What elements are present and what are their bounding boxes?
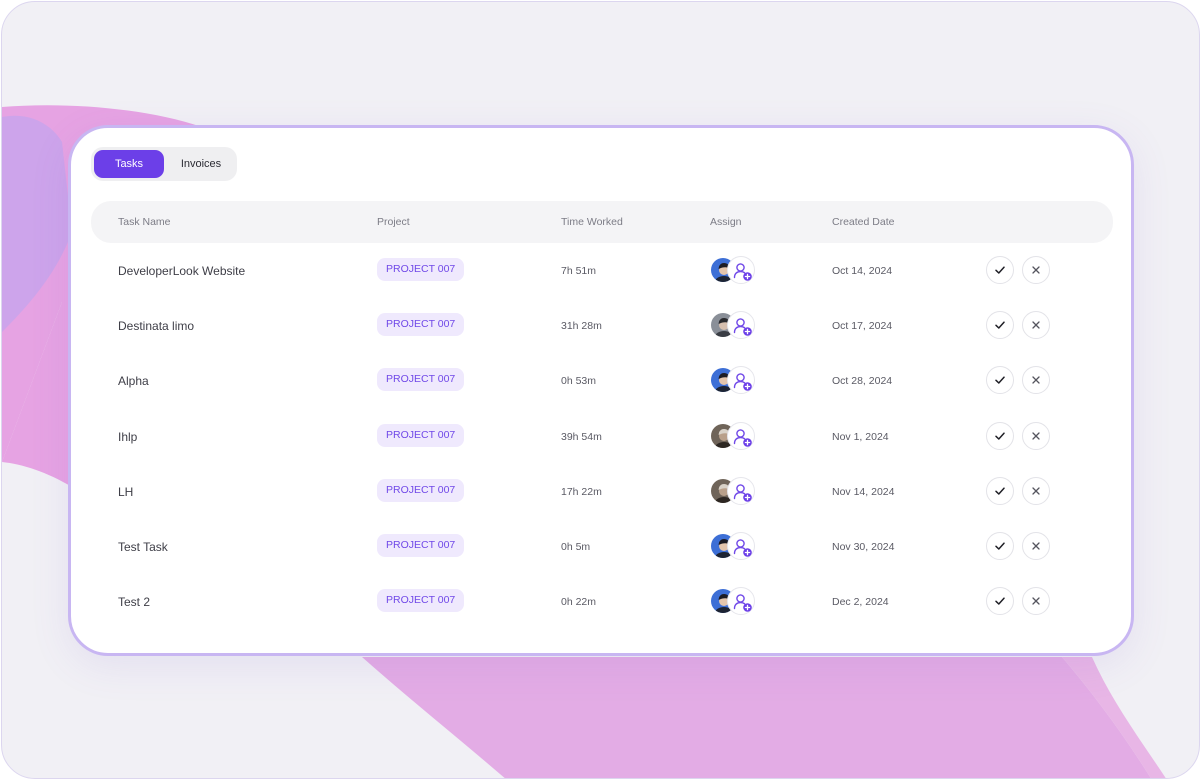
created-date: Dec 2, 2024	[832, 596, 889, 609]
project-badge[interactable]: PROJECT 007	[377, 368, 465, 392]
task-name: LH	[118, 484, 134, 499]
created-date: Nov 30, 2024	[832, 541, 895, 553]
reject-button[interactable]	[1022, 532, 1050, 560]
project-badge[interactable]: PROJECT 007	[377, 478, 465, 502]
check-icon	[995, 266, 1005, 274]
check-icon	[995, 321, 1005, 329]
reject-button[interactable]	[1022, 476, 1050, 505]
check-icon	[995, 542, 1005, 550]
created-date: Nov 1, 2024	[832, 430, 889, 443]
close-icon	[1032, 376, 1040, 385]
task-name: DeveloperLook Website	[118, 264, 246, 278]
table-row: Alpha PROJECT 007 0h 53m Oct 28, 2024	[91, 356, 1113, 411]
close-icon	[1032, 487, 1040, 495]
project-badge[interactable]: PROJECT 007	[377, 423, 465, 447]
reject-button[interactable]	[1022, 421, 1050, 450]
add-user-icon	[733, 318, 752, 336]
column-header-time-worked: Time Worked	[561, 216, 623, 228]
time-worked: 39h 54m	[561, 430, 602, 443]
tab-tasks[interactable]: Tasks	[94, 150, 164, 178]
table-row: Test Task PROJECT 007 0h 5m Nov 30, 2024	[91, 522, 1113, 577]
time-worked: 0h 22m	[561, 596, 597, 609]
reject-button[interactable]	[1022, 587, 1050, 616]
check-icon	[995, 597, 1005, 605]
add-user-icon	[733, 373, 752, 392]
created-date: Nov 14, 2024	[832, 485, 895, 498]
table-row: Test 2 PROJECT 007 0h 22m Dec 2, 2024	[91, 577, 1113, 632]
add-user-icon	[733, 539, 752, 557]
close-icon	[1032, 597, 1040, 605]
check-icon	[995, 376, 1005, 385]
task-name: Destinata limo	[118, 319, 195, 334]
task-name: Test 2	[118, 595, 151, 610]
approve-button[interactable]	[986, 587, 1014, 616]
time-worked: 0h 53m	[561, 375, 597, 388]
add-user-button[interactable]	[727, 476, 755, 505]
add-user-button[interactable]	[727, 256, 755, 284]
created-date: Oct 28, 2024	[832, 375, 893, 388]
project-badge[interactable]: PROJECT 007	[377, 313, 465, 337]
add-user-button[interactable]	[727, 587, 755, 616]
approve-button[interactable]	[986, 366, 1014, 395]
created-date: Oct 14, 2024	[832, 265, 893, 277]
reject-button[interactable]	[1022, 311, 1050, 340]
created-date: Oct 17, 2024	[832, 320, 893, 333]
time-worked: 31h 28m	[561, 320, 602, 333]
task-name: Ihlp	[118, 429, 138, 444]
time-worked: 0h 5m	[561, 541, 591, 553]
time-worked: 7h 51m	[561, 265, 597, 277]
add-user-icon	[733, 594, 752, 612]
time-worked: 17h 22m	[561, 485, 602, 498]
project-badge[interactable]: PROJECT 007	[377, 258, 465, 281]
task-name: Alpha	[118, 374, 149, 389]
column-header-task-name: Task Name	[118, 216, 171, 228]
table-header: Task Name Project Time Worked Assign Cre…	[91, 201, 1113, 243]
table-row: Destinata limo PROJECT 007 31h 28m Oct 1…	[91, 301, 1113, 356]
close-icon	[1032, 321, 1040, 329]
approve-button[interactable]	[986, 311, 1014, 340]
column-header-assign: Assign	[710, 216, 742, 228]
close-icon	[1032, 542, 1040, 550]
approve-button[interactable]	[986, 421, 1014, 450]
table-row: LH PROJECT 007 17h 22m Nov 14, 2024	[91, 467, 1113, 522]
close-icon	[1032, 431, 1040, 440]
approve-button[interactable]	[986, 256, 1014, 284]
task-name: Test Task	[118, 540, 168, 554]
tab-switcher: Tasks Invoices	[91, 147, 237, 181]
add-user-button[interactable]	[727, 532, 755, 560]
project-badge[interactable]: PROJECT 007	[377, 534, 465, 557]
add-user-button[interactable]	[727, 311, 755, 340]
check-icon	[995, 487, 1005, 495]
project-badge[interactable]: PROJECT 007	[377, 589, 465, 613]
close-icon	[1032, 266, 1040, 274]
column-header-created-date: Created Date	[832, 216, 895, 228]
add-user-icon	[733, 428, 752, 447]
approve-button[interactable]	[986, 532, 1014, 560]
table-row: DeveloperLook Website PROJECT 007 7h 51m…	[91, 246, 1113, 301]
tab-invoices[interactable]: Invoices	[168, 150, 234, 178]
tasks-card: Tasks Invoices Task Name Project Time Wo…	[68, 125, 1134, 656]
check-icon	[995, 432, 1005, 440]
column-header-project: Project	[377, 216, 410, 228]
approve-button[interactable]	[986, 476, 1014, 505]
add-user-button[interactable]	[727, 421, 755, 450]
table-row: Ihlp PROJECT 007 39h 54m Nov 1, 2024	[91, 412, 1113, 467]
add-user-button[interactable]	[727, 366, 755, 395]
reject-button[interactable]	[1022, 366, 1050, 395]
add-user-icon	[733, 483, 752, 502]
add-user-icon	[733, 263, 752, 281]
reject-button[interactable]	[1022, 256, 1050, 284]
